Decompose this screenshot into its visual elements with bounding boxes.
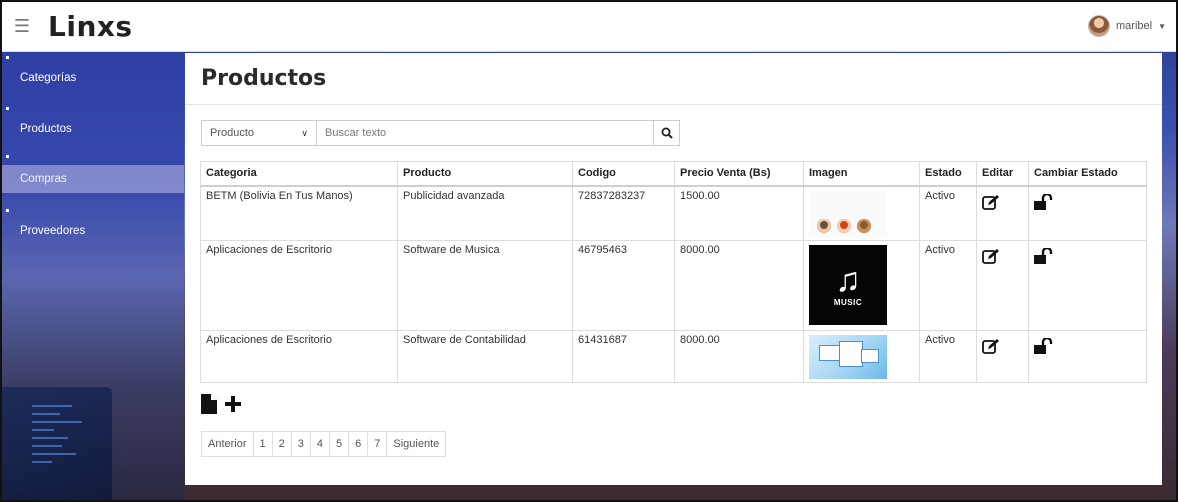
edit-icon[interactable] bbox=[982, 338, 1000, 357]
cell-producto: Publicidad avanzada bbox=[397, 185, 573, 241]
content-panel: Productos Producto ∨ Buscar texto Catego… bbox=[185, 53, 1162, 485]
sidebar-item-categorias[interactable]: Categorías bbox=[2, 52, 184, 103]
pagination-page-3[interactable]: 3 bbox=[292, 432, 311, 456]
cell-codigo: 46795463 bbox=[572, 239, 675, 331]
file-icon[interactable] bbox=[201, 394, 217, 417]
cell-cambiar-estado bbox=[1028, 185, 1147, 241]
table-row: Aplicaciones de Escritorio Software de M… bbox=[200, 239, 1147, 331]
column-header: Categoria bbox=[200, 161, 398, 187]
cell-precio: 1500.00 bbox=[674, 185, 804, 241]
edit-icon[interactable] bbox=[982, 194, 1000, 213]
cell-editar bbox=[976, 185, 1029, 241]
top-navbar: ☰ Linxs maribel ▼ bbox=[2, 2, 1176, 52]
product-image-music: ♫ MUSIC bbox=[809, 244, 887, 325]
unlock-icon[interactable] bbox=[1034, 192, 1054, 213]
cell-estado: Activo bbox=[919, 185, 977, 241]
sidebar: Categorías Productos Compras Proveedores bbox=[2, 52, 184, 500]
app-window: ☰ Linxs maribel ▼ Categorías Productos C… bbox=[0, 0, 1178, 502]
table-row: Aplicaciones de Escritorio Software de C… bbox=[200, 329, 1147, 383]
search-bar: Producto ∨ Buscar texto bbox=[201, 120, 680, 146]
sidebar-item-label: Proveedores bbox=[20, 224, 86, 237]
cell-categoria: Aplicaciones de Escritorio bbox=[200, 239, 398, 331]
cell-categoria: Aplicaciones de Escritorio bbox=[200, 329, 398, 383]
plus-icon[interactable] bbox=[225, 396, 241, 415]
cell-producto: Software de Musica bbox=[397, 239, 573, 331]
product-image-accounting bbox=[809, 334, 887, 379]
user-menu[interactable]: maribel ▼ bbox=[1088, 15, 1166, 37]
products-table: Categoria Producto Codigo Precio Venta (… bbox=[200, 161, 1147, 383]
select-value: Producto bbox=[210, 127, 255, 139]
brand-logo[interactable]: Linxs bbox=[48, 10, 133, 43]
search-field-select[interactable]: Producto ∨ bbox=[201, 120, 316, 146]
cell-cambiar-estado bbox=[1028, 239, 1147, 331]
music-note-icon: ♫ bbox=[835, 261, 861, 299]
pagination-page-6[interactable]: 6 bbox=[349, 432, 369, 456]
sidebar-item-label: Productos bbox=[20, 122, 72, 135]
cell-precio: 8000.00 bbox=[674, 329, 804, 383]
unlock-icon[interactable] bbox=[1034, 246, 1054, 267]
cell-estado: Activo bbox=[919, 239, 977, 331]
cell-editar bbox=[976, 239, 1029, 331]
cell-precio: 8000.00 bbox=[674, 239, 804, 331]
column-header: Estado bbox=[919, 161, 977, 187]
cell-imagen: ♫ MUSIC bbox=[803, 239, 920, 331]
pagination-prev[interactable]: Anterior bbox=[202, 432, 254, 456]
pagination: Anterior 1 2 3 4 5 6 7 Siguiente bbox=[201, 431, 447, 457]
pagination-next[interactable]: Siguiente bbox=[387, 432, 445, 456]
page-title: Productos bbox=[201, 66, 327, 91]
cell-editar bbox=[976, 329, 1029, 383]
column-header: Editar bbox=[976, 161, 1029, 187]
cell-imagen bbox=[803, 185, 920, 241]
cell-producto: Software de Contabilidad bbox=[397, 329, 573, 383]
column-header: Imagen bbox=[803, 161, 920, 187]
sidebar-item-compras[interactable]: Compras bbox=[2, 155, 184, 193]
table-actions bbox=[201, 394, 241, 417]
search-icon bbox=[661, 127, 673, 139]
pagination-page-7[interactable]: 7 bbox=[368, 432, 388, 456]
pagination-page-5[interactable]: 5 bbox=[330, 432, 350, 456]
user-name: maribel bbox=[1116, 20, 1153, 32]
search-input[interactable]: Buscar texto bbox=[316, 120, 654, 146]
column-header: Cambiar Estado bbox=[1028, 161, 1147, 187]
pagination-page-1[interactable]: 1 bbox=[254, 432, 273, 456]
music-image-label: MUSIC bbox=[833, 298, 863, 307]
sidebar-item-productos[interactable]: Productos bbox=[2, 103, 184, 154]
chevron-down-icon: ∨ bbox=[301, 127, 308, 138]
product-image-people bbox=[809, 190, 887, 237]
cell-imagen bbox=[803, 329, 920, 383]
pagination-page-2[interactable]: 2 bbox=[273, 432, 292, 456]
column-header: Producto bbox=[397, 161, 573, 187]
table-row: BETM (Bolivia En Tus Manos) Publicidad a… bbox=[200, 185, 1147, 241]
avatar bbox=[1088, 15, 1110, 37]
sidebar-item-proveedores[interactable]: Proveedores bbox=[2, 205, 184, 256]
pagination-page-4[interactable]: 4 bbox=[311, 432, 331, 456]
edit-icon[interactable] bbox=[982, 248, 1000, 267]
hamburger-icon[interactable]: ☰ bbox=[2, 2, 42, 52]
cell-codigo: 72837283237 bbox=[572, 185, 675, 241]
search-button[interactable] bbox=[654, 120, 680, 146]
panel-header: Productos bbox=[185, 53, 1162, 105]
table-header-row: Categoria Producto Codigo Precio Venta (… bbox=[200, 161, 1147, 187]
sidebar-item-label: Compras bbox=[20, 173, 67, 185]
background-monitor-image bbox=[2, 387, 112, 500]
cell-estado: Activo bbox=[919, 329, 977, 383]
column-header: Codigo bbox=[572, 161, 675, 187]
cell-categoria: BETM (Bolivia En Tus Manos) bbox=[200, 185, 398, 241]
caret-down-icon: ▼ bbox=[1158, 21, 1166, 31]
search-placeholder: Buscar texto bbox=[325, 127, 387, 139]
cell-cambiar-estado bbox=[1028, 329, 1147, 383]
cell-codigo: 61431687 bbox=[572, 329, 675, 383]
column-header: Precio Venta (Bs) bbox=[674, 161, 804, 187]
unlock-icon[interactable] bbox=[1034, 336, 1054, 357]
sidebar-item-label: Categorías bbox=[20, 71, 77, 84]
